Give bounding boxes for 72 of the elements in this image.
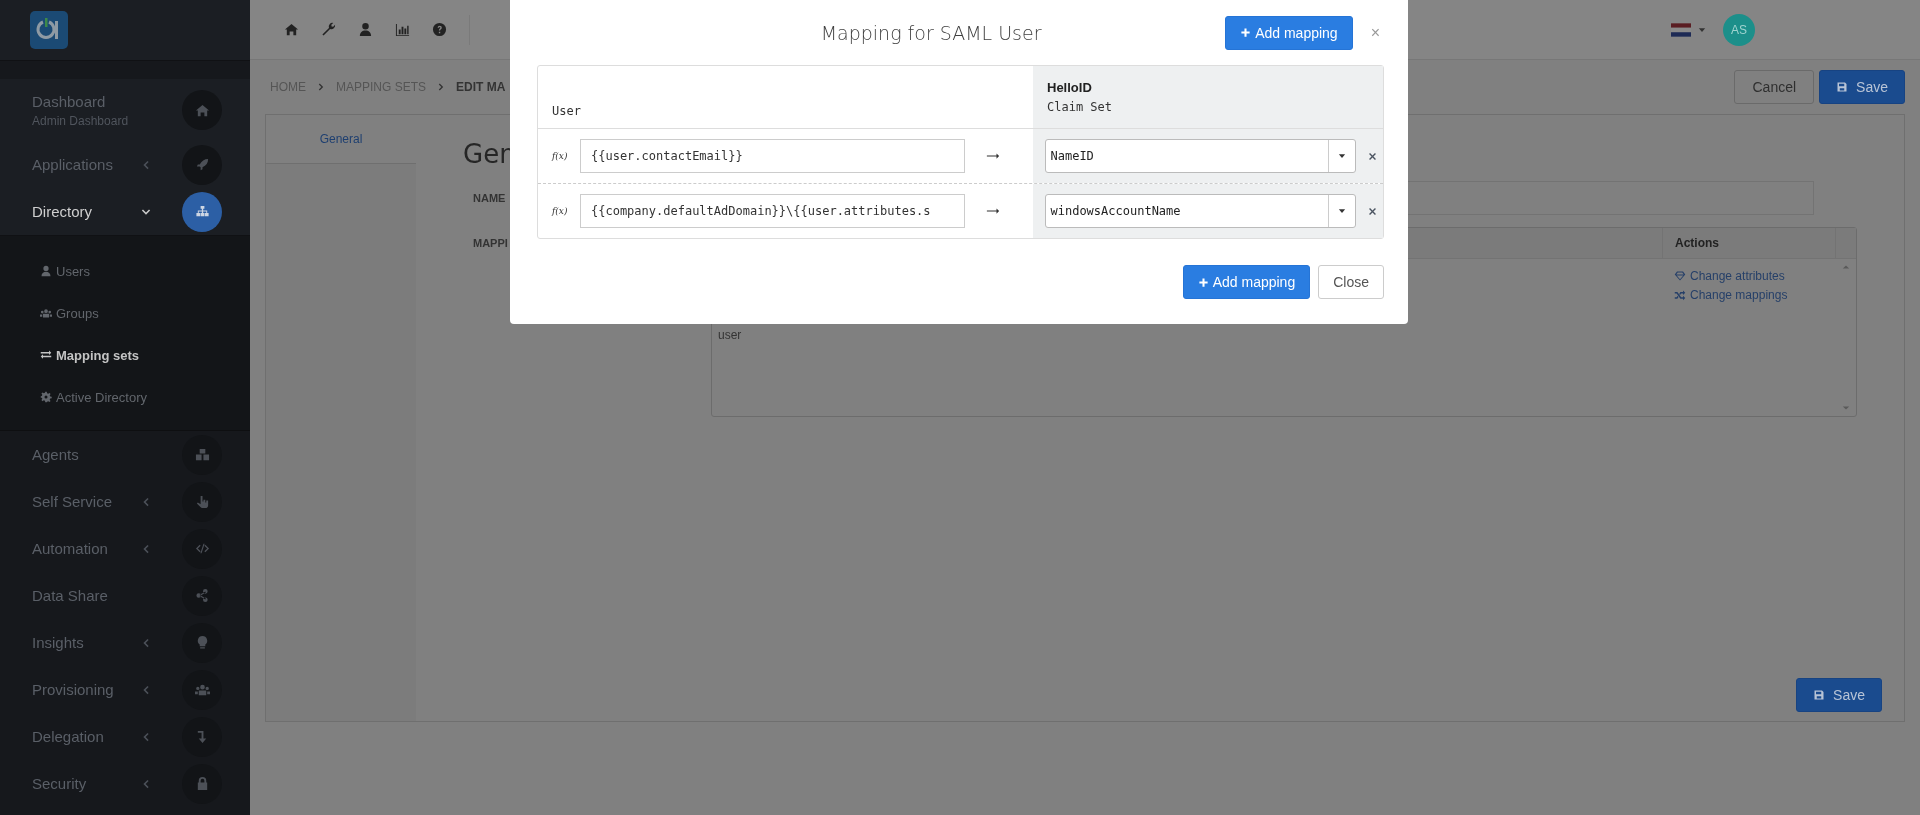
chart-icon[interactable]	[395, 22, 410, 37]
wrench-icon[interactable]	[321, 22, 336, 37]
claim-select[interactable]: windowsAccountName	[1044, 194, 1356, 228]
claim-select[interactable]: NameID	[1044, 139, 1356, 173]
gear-icon	[40, 391, 52, 403]
lock-icon[interactable]	[182, 763, 222, 804]
user-icon[interactable]	[358, 22, 373, 37]
add-mapping-button[interactable]: Add mapping	[1182, 265, 1311, 299]
dialog-title: Mapping for SAML User	[819, 21, 1043, 44]
action-link[interactable]: Change attributes	[1674, 269, 1836, 283]
nav-item-label[interactable]: Security	[32, 775, 87, 792]
share-icon[interactable]	[182, 575, 222, 616]
function-label: f(x)	[552, 151, 569, 161]
cubes-icon[interactable]	[182, 434, 222, 475]
avatar[interactable]: AS	[1723, 13, 1755, 46]
home-icon[interactable]	[182, 90, 222, 130]
nav-row[interactable]: Dashboard Admin Dashboard	[0, 79, 250, 141]
action-link[interactable]: Change mappings	[1674, 288, 1836, 302]
nav-item-label[interactable]: Insights	[32, 634, 84, 651]
save-button[interactable]: Save	[1796, 678, 1882, 712]
nav-item-label[interactable]: Agents	[32, 446, 79, 463]
expression-field[interactable]: {{company.defaultAdDomain}}\{{user.attributes.s	[580, 194, 965, 228]
close-button[interactable]: ×	[1366, 23, 1384, 42]
nav-item-label[interactable]: Directory	[32, 203, 92, 220]
scroll-up-icon[interactable]	[1842, 263, 1850, 271]
expression-field[interactable]: {{user.contactEmail}}	[580, 139, 965, 173]
submenu-item[interactable]: Mapping sets	[40, 347, 140, 363]
code-icon[interactable]	[182, 528, 222, 569]
rocket-icon[interactable]	[182, 144, 222, 185]
breadcrumb-item: EDIT MA	[456, 80, 506, 94]
users-icon	[40, 307, 52, 319]
turn-icon[interactable]	[182, 716, 222, 757]
plus-icon	[1197, 276, 1209, 288]
function-label: f(x)	[552, 206, 569, 216]
tab[interactable]: General	[266, 115, 416, 164]
column-header: HelloID	[1047, 80, 1093, 95]
close-button[interactable]: Close	[1318, 265, 1384, 299]
exchange-icon	[40, 349, 52, 361]
plus-icon	[1240, 27, 1252, 38]
chevron-right-icon	[316, 82, 326, 92]
shuffle-icon	[1674, 289, 1686, 301]
submenu-item[interactable]: Active Directory	[40, 389, 148, 405]
field-label: MAPPI	[472, 236, 509, 251]
nav-item-label[interactable]: Self Service	[32, 493, 113, 510]
column-header: Actions	[1662, 228, 1835, 258]
nav-item-label[interactable]: Provisioning	[32, 681, 114, 698]
save-button[interactable]: Save	[1819, 70, 1905, 104]
user-icon	[40, 265, 52, 277]
bulb-icon[interactable]	[182, 622, 222, 663]
scroll-down-icon[interactable]	[1842, 404, 1850, 412]
column-header: User	[552, 104, 581, 118]
submenu-item[interactable]: Groups	[40, 305, 99, 321]
nav-item-label[interactable]: Dashboard	[32, 92, 106, 110]
sitemap-icon[interactable]	[182, 191, 222, 232]
table-cell: user	[718, 328, 742, 342]
submenu-item[interactable]: Users	[40, 263, 90, 279]
add-mapping-button[interactable]: Add mapping	[1225, 15, 1353, 50]
nav-item-label[interactable]: Automation	[32, 540, 108, 557]
flag-icon[interactable]	[1671, 22, 1691, 37]
question-icon[interactable]	[432, 22, 447, 37]
field-label: NAME	[472, 192, 507, 204]
cancel-button[interactable]: Cancel	[1734, 70, 1815, 104]
home-icon[interactable]	[284, 22, 299, 37]
nav-item-label[interactable]: Applications	[32, 156, 113, 173]
nav-item-label[interactable]: Delegation	[32, 728, 104, 745]
hand-icon[interactable]	[182, 481, 222, 522]
users-icon[interactable]	[182, 669, 222, 710]
nav-item-label[interactable]: Data Share	[32, 587, 108, 604]
nav-item-sublabel: Admin Dashboard	[32, 113, 129, 128]
logo-icon[interactable]	[30, 11, 68, 49]
diamond-icon	[1674, 270, 1686, 282]
column-subheader: Claim Set	[1047, 100, 1114, 114]
